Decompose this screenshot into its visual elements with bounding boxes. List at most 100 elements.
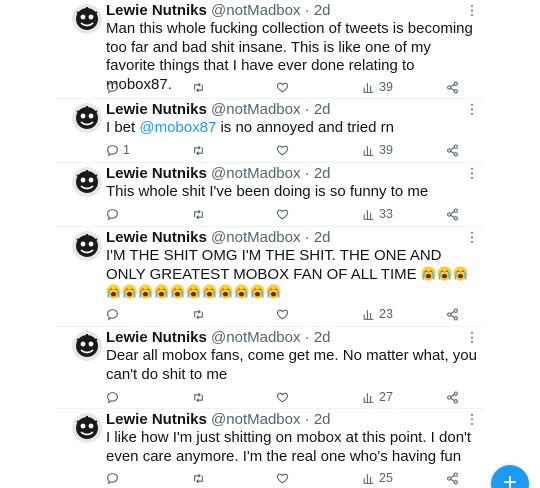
tweet-feed: Lewie Nutniks @notMadbox · 2d Man this w…	[0, 0, 540, 488]
loudly-crying-face-icon	[218, 284, 233, 299]
separator: ·	[304, 329, 310, 346]
views-icon	[363, 82, 374, 93]
share-icon	[447, 308, 458, 320]
loudly-crying-face-icon	[154, 284, 169, 299]
more-icon[interactable]	[470, 103, 474, 116]
separator: ·	[304, 2, 310, 19]
like-button[interactable]	[276, 305, 289, 323]
reply-button[interactable]	[106, 205, 123, 223]
tweet-actions: 23	[106, 305, 458, 323]
avatar[interactable]	[72, 4, 102, 34]
like-button[interactable]	[276, 78, 289, 96]
views-button[interactable]: 39	[362, 78, 393, 96]
like-icon	[276, 82, 289, 92]
author-name[interactable]: Lewie Nutniks	[106, 2, 207, 19]
more-icon[interactable]	[470, 167, 474, 180]
tweet[interactable]: Lewie Nutniks @notMadbox · 2d I bet @mob…	[56, 98, 484, 161]
tweet-text-part: is no annoyed and tried rn	[216, 119, 394, 136]
tweet[interactable]: Lewie Nutniks @notMadbox · 2d Man this w…	[56, 0, 484, 97]
views-button[interactable]: 25	[362, 469, 393, 487]
views-icon	[363, 392, 374, 403]
like-button[interactable]	[276, 469, 289, 487]
author-name[interactable]: Lewie Nutniks	[106, 101, 207, 118]
retweet-button[interactable]	[192, 78, 205, 96]
avatar[interactable]	[72, 413, 102, 443]
like-button[interactable]	[276, 141, 289, 159]
timestamp[interactable]: 2d	[314, 165, 331, 182]
avatar[interactable]	[72, 331, 102, 361]
share-button[interactable]	[446, 305, 459, 323]
retweet-button[interactable]	[192, 141, 205, 159]
views-count: 39	[379, 80, 393, 94]
reply-button[interactable]	[106, 388, 123, 406]
reply-button[interactable]	[106, 305, 123, 323]
tweet[interactable]: Lewie Nutniks @notMadbox · 2d I like how…	[56, 408, 484, 488]
author-name[interactable]: Lewie Nutniks	[106, 229, 207, 246]
author-name[interactable]: Lewie Nutniks	[106, 411, 207, 428]
author-handle[interactable]: @notMadbox	[211, 165, 300, 182]
avatar[interactable]	[72, 103, 102, 133]
share-button[interactable]	[446, 141, 459, 159]
separator: ·	[304, 165, 310, 182]
compose-button[interactable]: +	[491, 465, 529, 488]
author-handle[interactable]: @notMadbox	[211, 329, 300, 346]
reply-button[interactable]	[106, 78, 123, 96]
tweet-text-part: I bet	[106, 119, 140, 136]
share-button[interactable]	[446, 78, 459, 96]
avatar[interactable]	[72, 231, 102, 261]
more-icon[interactable]	[470, 231, 474, 244]
tweet[interactable]: Lewie Nutniks @notMadbox · 2d This whole…	[56, 162, 484, 226]
retweet-button[interactable]	[192, 388, 205, 406]
like-button[interactable]	[276, 205, 289, 223]
author-handle[interactable]: @notMadbox	[211, 2, 300, 19]
views-count: 23	[379, 307, 393, 321]
tweet-text-part: I'M THE SHIT OMG I'M THE SHIT. THE ONE A…	[106, 247, 446, 283]
reply-icon	[107, 391, 118, 403]
avatar[interactable]	[72, 167, 102, 197]
timestamp[interactable]: 2d	[314, 329, 331, 346]
tweet-actions: 1 39	[106, 141, 458, 159]
share-button[interactable]	[446, 469, 459, 487]
tweet-actions: 39	[106, 78, 458, 96]
separator: ·	[304, 411, 310, 428]
more-icon[interactable]	[470, 413, 474, 426]
reply-icon	[107, 308, 118, 320]
views-count: 39	[379, 143, 393, 157]
retweet-button[interactable]	[192, 469, 205, 487]
more-icon[interactable]	[470, 4, 474, 17]
like-icon	[276, 473, 289, 483]
reply-button[interactable]: 1	[106, 141, 130, 159]
tweet-actions: 33	[106, 205, 458, 223]
tweet[interactable]: Lewie Nutniks @notMadbox · 2d Dear all m…	[56, 326, 484, 408]
reply-button[interactable]	[106, 469, 123, 487]
like-icon	[276, 392, 289, 402]
views-icon	[363, 473, 374, 484]
timestamp[interactable]: 2d	[314, 411, 331, 428]
like-icon	[276, 309, 289, 319]
reply-icon	[107, 81, 118, 93]
tweet[interactable]: Lewie Nutniks @notMadbox · 2d I'M THE SH…	[56, 226, 484, 325]
share-button[interactable]	[446, 205, 459, 223]
views-button[interactable]: 39	[362, 141, 393, 159]
author-handle[interactable]: @notMadbox	[211, 101, 300, 118]
timestamp[interactable]: 2d	[314, 101, 331, 118]
more-icon[interactable]	[470, 331, 474, 344]
author-name[interactable]: Lewie Nutniks	[106, 329, 207, 346]
retweet-button[interactable]	[192, 305, 205, 323]
mention-link[interactable]: @mobox87	[139, 119, 216, 136]
separator: ·	[304, 101, 310, 118]
like-button[interactable]	[276, 388, 289, 406]
like-icon	[276, 145, 289, 155]
views-button[interactable]: 23	[362, 305, 393, 323]
loudly-crying-face-icon	[122, 284, 137, 299]
share-button[interactable]	[446, 388, 459, 406]
author-handle[interactable]: @notMadbox	[211, 411, 300, 428]
tweet-header: Lewie Nutniks @notMadbox · 2d	[106, 165, 331, 183]
timestamp[interactable]: 2d	[314, 229, 331, 246]
views-button[interactable]: 33	[362, 205, 393, 223]
timestamp[interactable]: 2d	[314, 2, 331, 19]
author-handle[interactable]: @notMadbox	[211, 229, 300, 246]
views-button[interactable]: 27	[362, 388, 393, 406]
retweet-button[interactable]	[192, 205, 205, 223]
author-name[interactable]: Lewie Nutniks	[106, 165, 207, 182]
